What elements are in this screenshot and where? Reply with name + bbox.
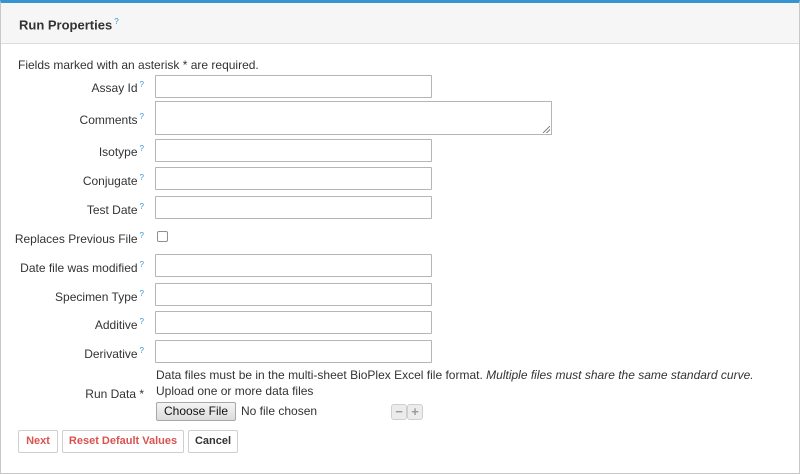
help-icon[interactable]: ? — [140, 80, 144, 89]
run-data-format-emphasis: Multiple files must share the same stand… — [486, 368, 754, 382]
comments-label: Comments? — [79, 112, 144, 127]
choose-file-button[interactable]: Choose File — [156, 402, 236, 421]
panel-header: Run Properties? — [1, 3, 799, 44]
derivative-label: Derivative? — [84, 346, 144, 361]
date-file-modified-input[interactable] — [155, 254, 432, 277]
help-icon[interactable]: ? — [140, 346, 144, 355]
help-icon[interactable]: ? — [140, 202, 144, 211]
required-fields-note: Fields marked with an asterisk * are req… — [18, 58, 259, 72]
add-file-icon[interactable]: + — [407, 404, 423, 420]
help-icon[interactable]: ? — [140, 231, 144, 240]
specimen-type-input[interactable] — [155, 283, 432, 306]
help-icon[interactable]: ? — [140, 112, 144, 121]
panel-title-text: Run Properties — [19, 17, 113, 33]
resize-grip-icon[interactable] — [543, 126, 550, 133]
panel-title: Run Properties? — [19, 17, 119, 32]
comments-textarea[interactable] — [155, 101, 552, 135]
specimen-type-label: Specimen Type? — [55, 289, 144, 304]
test-date-label: Test Date? — [86, 202, 144, 217]
next-button[interactable]: Next — [18, 430, 58, 453]
cancel-button[interactable]: Cancel — [188, 430, 238, 453]
test-date-input[interactable] — [155, 196, 432, 219]
help-icon[interactable]: ? — [140, 260, 144, 269]
assay-id-label: Assay Id? — [91, 80, 144, 95]
additive-input[interactable] — [155, 311, 432, 334]
additive-label: Additive? — [94, 317, 144, 332]
no-file-chosen-text: No file chosen — [241, 404, 318, 418]
derivative-input[interactable] — [155, 340, 432, 363]
isotype-input[interactable] — [155, 139, 432, 162]
run-data-upload-note: Upload one or more data files — [156, 384, 314, 398]
replaces-previous-file-label: Replaces Previous File? — [14, 231, 144, 246]
conjugate-label: Conjugate? — [82, 173, 144, 188]
reset-default-values-button[interactable]: Reset Default Values — [62, 430, 184, 453]
isotype-label: Isotype? — [98, 144, 144, 159]
conjugate-input[interactable] — [155, 167, 432, 190]
remove-file-icon[interactable]: − — [391, 404, 407, 420]
replaces-previous-file-checkbox[interactable] — [157, 231, 168, 242]
help-icon[interactable]: ? — [140, 289, 144, 298]
date-file-modified-label: Date file was modified? — [20, 260, 144, 275]
help-icon[interactable]: ? — [140, 173, 144, 182]
help-icon[interactable]: ? — [114, 17, 118, 26]
help-icon[interactable]: ? — [140, 144, 144, 153]
run-data-format-note: Data files must be in the multi-sheet Bi… — [156, 368, 754, 382]
help-icon[interactable]: ? — [140, 317, 144, 326]
assay-id-input[interactable] — [155, 75, 432, 98]
run-data-label: Run Data * — [85, 387, 144, 401]
